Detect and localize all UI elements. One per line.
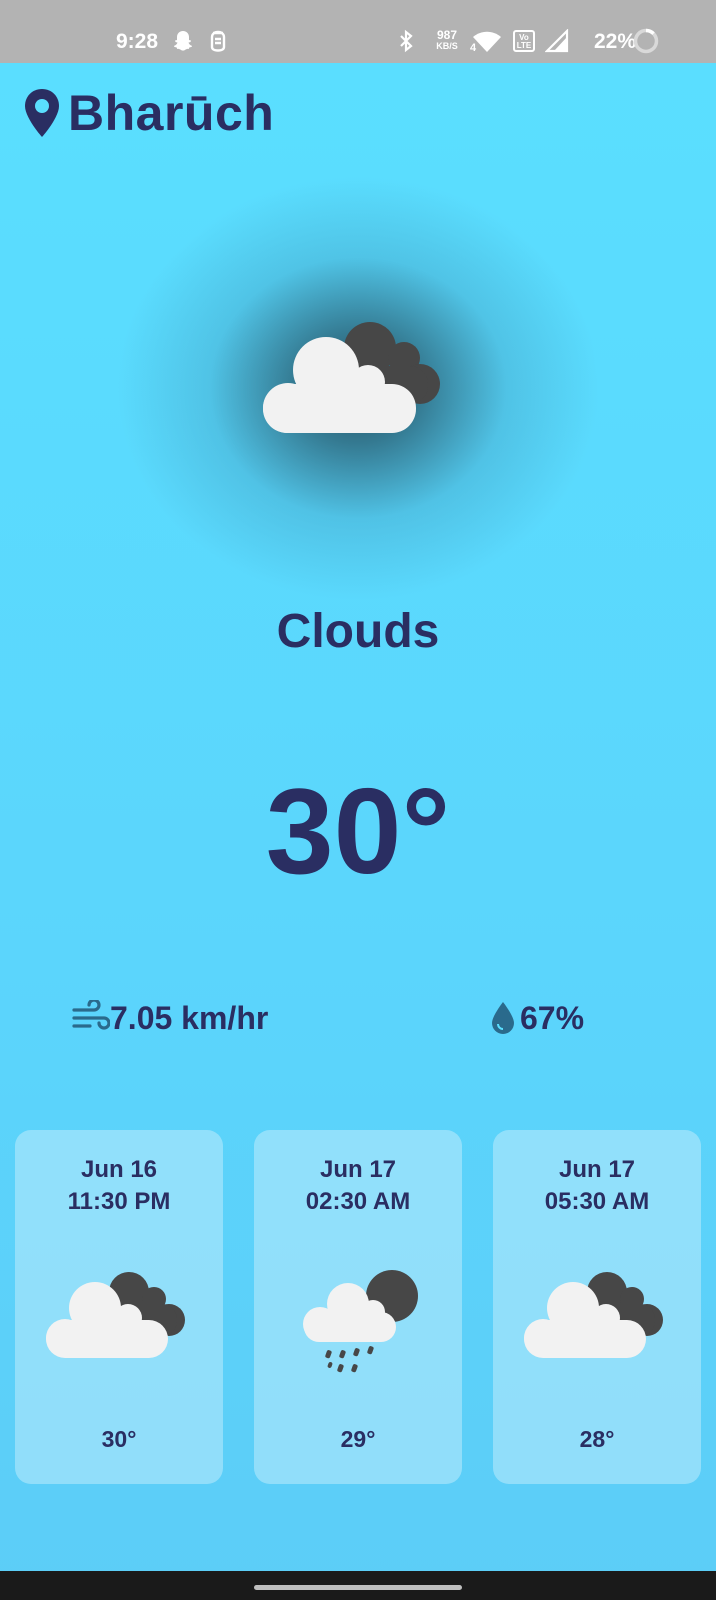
status-bar: 9:28 987 KB/S 4 Vo LTE 22%: [0, 0, 716, 63]
forecast-temperature: 30°: [101, 1426, 137, 1452]
forecast-card[interactable]: Jun 16 11:30 PM 30°: [15, 1130, 223, 1484]
weather-condition: Clouds: [276, 605, 440, 658]
status-time: 9:28: [116, 30, 159, 53]
map-pin-icon: [25, 89, 59, 137]
battery-ring-icon: [632, 28, 660, 54]
city-name: Bharūch: [68, 85, 275, 141]
network-speed-unit: KB/S: [436, 41, 458, 51]
humidity-value: 67%: [520, 999, 585, 1036]
cloud-dark-cloud-icon: [263, 322, 440, 433]
water-drop-icon: [492, 1002, 514, 1034]
forecast-temperature: 28°: [579, 1426, 615, 1452]
bluetooth-icon: [396, 28, 416, 54]
cloud-dark-cloud-icon: [46, 1272, 185, 1358]
volte-bottom-label: LTE: [516, 41, 532, 50]
forecast-date: Jun 17: [558, 1156, 636, 1183]
forecast-time: 11:30 PM: [67, 1188, 171, 1215]
forecast-temperature: 29°: [340, 1426, 376, 1452]
forecast-date: Jun 17: [319, 1156, 397, 1183]
network-speed-value: 987: [436, 28, 458, 42]
forecast-time: 02:30 AM: [305, 1188, 411, 1215]
network-generation: 4: [470, 42, 477, 54]
current-temperature: 30°: [265, 763, 451, 899]
location-header: Bharūch: [22, 84, 274, 142]
wind-icon: [72, 1000, 110, 1030]
wifi-icon: 4: [470, 28, 504, 54]
cloud-dark-cloud-icon: [524, 1272, 663, 1358]
network-speed: 987 KB/S: [432, 29, 462, 51]
forecast-time: 05:30 AM: [544, 1188, 650, 1215]
wind-speed: 7.05 km/hr: [72, 998, 268, 1038]
forecast-card[interactable]: Jun 17 05:30 AM 28°: [493, 1130, 701, 1484]
humidity: 67%: [490, 998, 584, 1038]
volte-icon: Vo LTE: [512, 28, 536, 54]
forecast-date: Jun 16: [80, 1156, 158, 1183]
snapchat-icon: [170, 28, 196, 54]
forecast-card[interactable]: Jun 17 02:30 AM 29°: [254, 1130, 462, 1484]
home-gesture-handle[interactable]: [254, 1585, 462, 1590]
battery-percent: 22%: [594, 30, 637, 53]
signal-icon: [544, 28, 570, 54]
cloud-moon-rain-icon: [303, 1270, 418, 1373]
wind-speed-value: 7.05 km/hr: [110, 999, 269, 1036]
notification-app-icon: [206, 28, 230, 54]
